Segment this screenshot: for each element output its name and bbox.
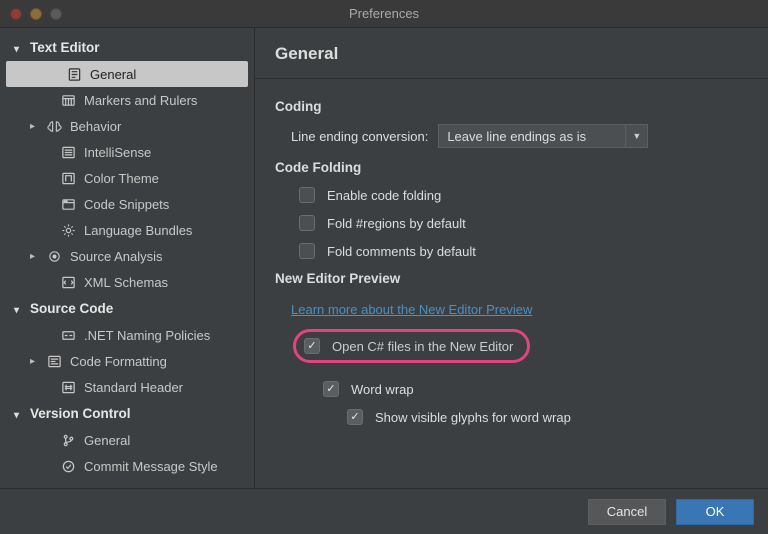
sidebar-item-label: XML Schemas bbox=[84, 275, 168, 290]
format-icon bbox=[46, 353, 62, 369]
checkbox-icon[interactable] bbox=[347, 409, 363, 425]
list-icon bbox=[60, 144, 76, 160]
sidebar-item-standard-header[interactable]: Standard Header bbox=[0, 374, 254, 400]
checkbox-icon[interactable] bbox=[299, 215, 315, 231]
checkbox-visible-glyphs[interactable]: Show visible glyphs for word wrap bbox=[347, 409, 748, 425]
checkbox-label: Show visible glyphs for word wrap bbox=[375, 410, 571, 425]
sidebar: Text Editor General Markers and Rulers B… bbox=[0, 28, 255, 488]
content-panel: General Coding Line ending conversion: L… bbox=[255, 28, 768, 488]
body: Text Editor General Markers and Rulers B… bbox=[0, 28, 768, 488]
checkbox-icon[interactable] bbox=[299, 187, 315, 203]
checkbox-fold-comments[interactable]: Fold comments by default bbox=[299, 243, 748, 259]
tag-icon bbox=[60, 327, 76, 343]
section-folding: Code Folding bbox=[275, 160, 748, 175]
window-title: Preferences bbox=[0, 6, 768, 21]
learn-more-link[interactable]: Learn more about the New Editor Preview bbox=[291, 302, 532, 317]
target-icon bbox=[46, 248, 62, 264]
checkbox-enable-folding[interactable]: Enable code folding bbox=[299, 187, 748, 203]
highlighted-option: Open C# files in the New Editor bbox=[293, 329, 530, 363]
sidebar-item-label: Code Formatting bbox=[70, 354, 167, 369]
checkbox-label: Open C# files in the New Editor bbox=[332, 339, 513, 354]
check-circle-icon bbox=[60, 458, 76, 474]
checkbox-fold-regions[interactable]: Fold #regions by default bbox=[299, 215, 748, 231]
section-preview: New Editor Preview bbox=[275, 271, 748, 286]
checkbox-label: Enable code folding bbox=[327, 188, 441, 203]
chevron-right-icon bbox=[30, 251, 38, 262]
checkbox-label: Fold #regions by default bbox=[327, 216, 466, 231]
brain-icon bbox=[46, 118, 62, 134]
sidebar-item-label: .NET Naming Policies bbox=[84, 328, 210, 343]
checkbox-icon[interactable] bbox=[304, 338, 320, 354]
sidebar-item-label: Standard Header bbox=[84, 380, 183, 395]
sidebar-item-label: Color Theme bbox=[84, 171, 159, 186]
sidebar-item-label: Language Bundles bbox=[84, 223, 192, 238]
sidebar-item-label: General bbox=[84, 433, 130, 448]
ok-button[interactable]: OK bbox=[676, 499, 754, 525]
sidebar-item-behavior[interactable]: Behavior bbox=[0, 113, 254, 139]
sidebar-item-general[interactable]: General bbox=[6, 61, 248, 87]
sidebar-item-label: Markers and Rulers bbox=[84, 93, 197, 108]
line-ending-row: Line ending conversion: Leave line endin… bbox=[291, 124, 748, 148]
tree-section-text-editor[interactable]: Text Editor bbox=[0, 34, 254, 61]
document-icon bbox=[66, 66, 82, 82]
tree-section-version-control[interactable]: Version Control bbox=[0, 400, 254, 427]
snippet-icon bbox=[60, 196, 76, 212]
tree-section-label: Source Code bbox=[30, 301, 113, 316]
tree-section-label: Text Editor bbox=[30, 40, 100, 55]
hash-icon bbox=[60, 379, 76, 395]
sidebar-item-vc-general[interactable]: General bbox=[0, 427, 254, 453]
line-ending-label: Line ending conversion: bbox=[291, 129, 428, 144]
sidebar-item-label: Code Snippets bbox=[84, 197, 169, 212]
chevron-down-icon[interactable]: ▼ bbox=[626, 124, 648, 148]
page-title: General bbox=[275, 44, 748, 64]
sidebar-item-xml-schemas[interactable]: XML Schemas bbox=[0, 269, 254, 295]
sidebar-item-intellisense[interactable]: IntelliSense bbox=[0, 139, 254, 165]
section-coding: Coding bbox=[275, 99, 748, 114]
sidebar-item-language-bundles[interactable]: Language Bundles bbox=[0, 217, 254, 243]
checkbox-label: Fold comments by default bbox=[327, 244, 476, 259]
gear-icon bbox=[60, 222, 76, 238]
tree-section-source-code[interactable]: Source Code bbox=[0, 295, 254, 322]
sidebar-item-color-theme[interactable]: Color Theme bbox=[0, 165, 254, 191]
sidebar-item-label: Source Analysis bbox=[70, 249, 163, 264]
branch-icon bbox=[60, 432, 76, 448]
footer: Cancel OK bbox=[0, 488, 768, 534]
sidebar-item-label: IntelliSense bbox=[84, 145, 151, 160]
schema-icon bbox=[60, 274, 76, 290]
checkbox-label: Word wrap bbox=[351, 382, 414, 397]
line-ending-select[interactable]: Leave line endings as is bbox=[438, 124, 626, 148]
sidebar-item-commit-style[interactable]: Commit Message Style bbox=[0, 453, 254, 479]
chevron-down-icon bbox=[14, 406, 24, 421]
tree-section-label: Version Control bbox=[30, 406, 131, 421]
checkbox-icon[interactable] bbox=[299, 243, 315, 259]
sidebar-item-markers[interactable]: Markers and Rulers bbox=[0, 87, 254, 113]
chevron-down-icon bbox=[14, 301, 24, 316]
sidebar-item-label: Behavior bbox=[70, 119, 121, 134]
titlebar: Preferences bbox=[0, 0, 768, 28]
chevron-right-icon bbox=[30, 356, 38, 367]
ruler-icon bbox=[60, 92, 76, 108]
preferences-window: Preferences Text Editor General Markers … bbox=[0, 0, 768, 534]
content-header: General bbox=[255, 28, 768, 79]
chevron-down-icon bbox=[14, 40, 24, 55]
checkbox-icon[interactable] bbox=[323, 381, 339, 397]
chevron-right-icon bbox=[30, 121, 38, 132]
palette-icon bbox=[60, 170, 76, 186]
sidebar-item-label: General bbox=[90, 67, 136, 82]
cancel-button[interactable]: Cancel bbox=[588, 499, 666, 525]
content-body: Coding Line ending conversion: Leave lin… bbox=[255, 79, 768, 488]
sidebar-item-naming-policies[interactable]: .NET Naming Policies bbox=[0, 322, 254, 348]
sidebar-item-code-formatting[interactable]: Code Formatting bbox=[0, 348, 254, 374]
checkbox-word-wrap[interactable]: Word wrap bbox=[323, 381, 748, 397]
sidebar-item-label: Commit Message Style bbox=[84, 459, 218, 474]
sidebar-item-code-snippets[interactable]: Code Snippets bbox=[0, 191, 254, 217]
sidebar-item-source-analysis[interactable]: Source Analysis bbox=[0, 243, 254, 269]
